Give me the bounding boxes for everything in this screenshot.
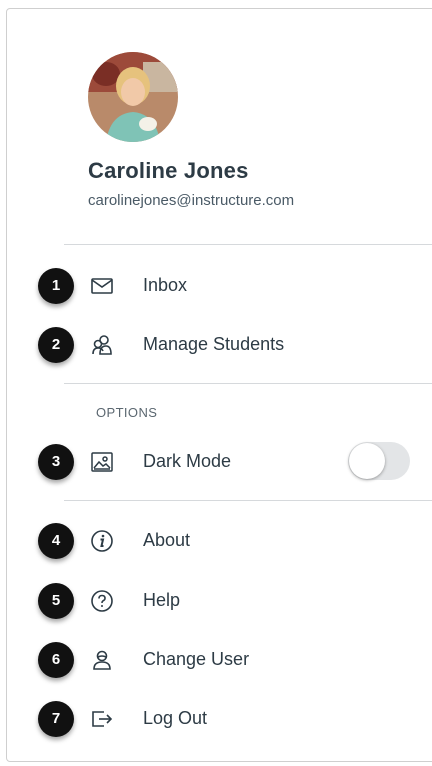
image-icon [90, 450, 114, 474]
options-section-label: OPTIONS [96, 405, 158, 420]
menu-item-label: Change User [143, 649, 250, 669]
envelope-icon [90, 274, 114, 298]
menu-item-about[interactable]: 4 About [0, 521, 432, 561]
dark-mode-toggle[interactable] [348, 442, 410, 480]
callout-badge: 4 [38, 523, 74, 559]
callout-badge: 2 [38, 327, 74, 363]
menu-item-log-out[interactable]: 7 Log Out [0, 699, 432, 739]
divider [64, 383, 432, 384]
menu-item-label: About [143, 530, 191, 550]
user-name: Caroline Jones [88, 158, 249, 183]
divider [64, 500, 432, 501]
divider [64, 244, 432, 245]
callout-badge: 5 [38, 583, 74, 619]
logout-icon [90, 707, 114, 731]
users-icon [90, 333, 114, 357]
user-icon [90, 648, 114, 672]
menu-item-label: Inbox [143, 275, 188, 295]
question-icon [90, 589, 114, 613]
callout-badge: 6 [38, 642, 74, 678]
menu-item-label: Dark Mode [143, 451, 232, 471]
menu-item-help[interactable]: 5 Help [0, 581, 432, 621]
menu-item-label: Log Out [143, 708, 208, 728]
menu-item-label: Manage Students [143, 334, 285, 354]
toggle-knob [349, 443, 385, 479]
callout-badge: 3 [38, 444, 74, 480]
menu-item-inbox[interactable]: 1 Inbox [0, 266, 432, 306]
menu-item-manage-students[interactable]: 2 Manage Students [0, 325, 432, 365]
avatar[interactable] [88, 52, 178, 142]
menu-item-change-user[interactable]: 6 Change User [0, 640, 432, 680]
callout-badge: 7 [38, 701, 74, 737]
menu-item-label: Help [143, 590, 181, 610]
info-icon [90, 529, 114, 553]
callout-badge: 1 [38, 268, 74, 304]
user-email: carolinejones@instructure.com [88, 192, 295, 209]
